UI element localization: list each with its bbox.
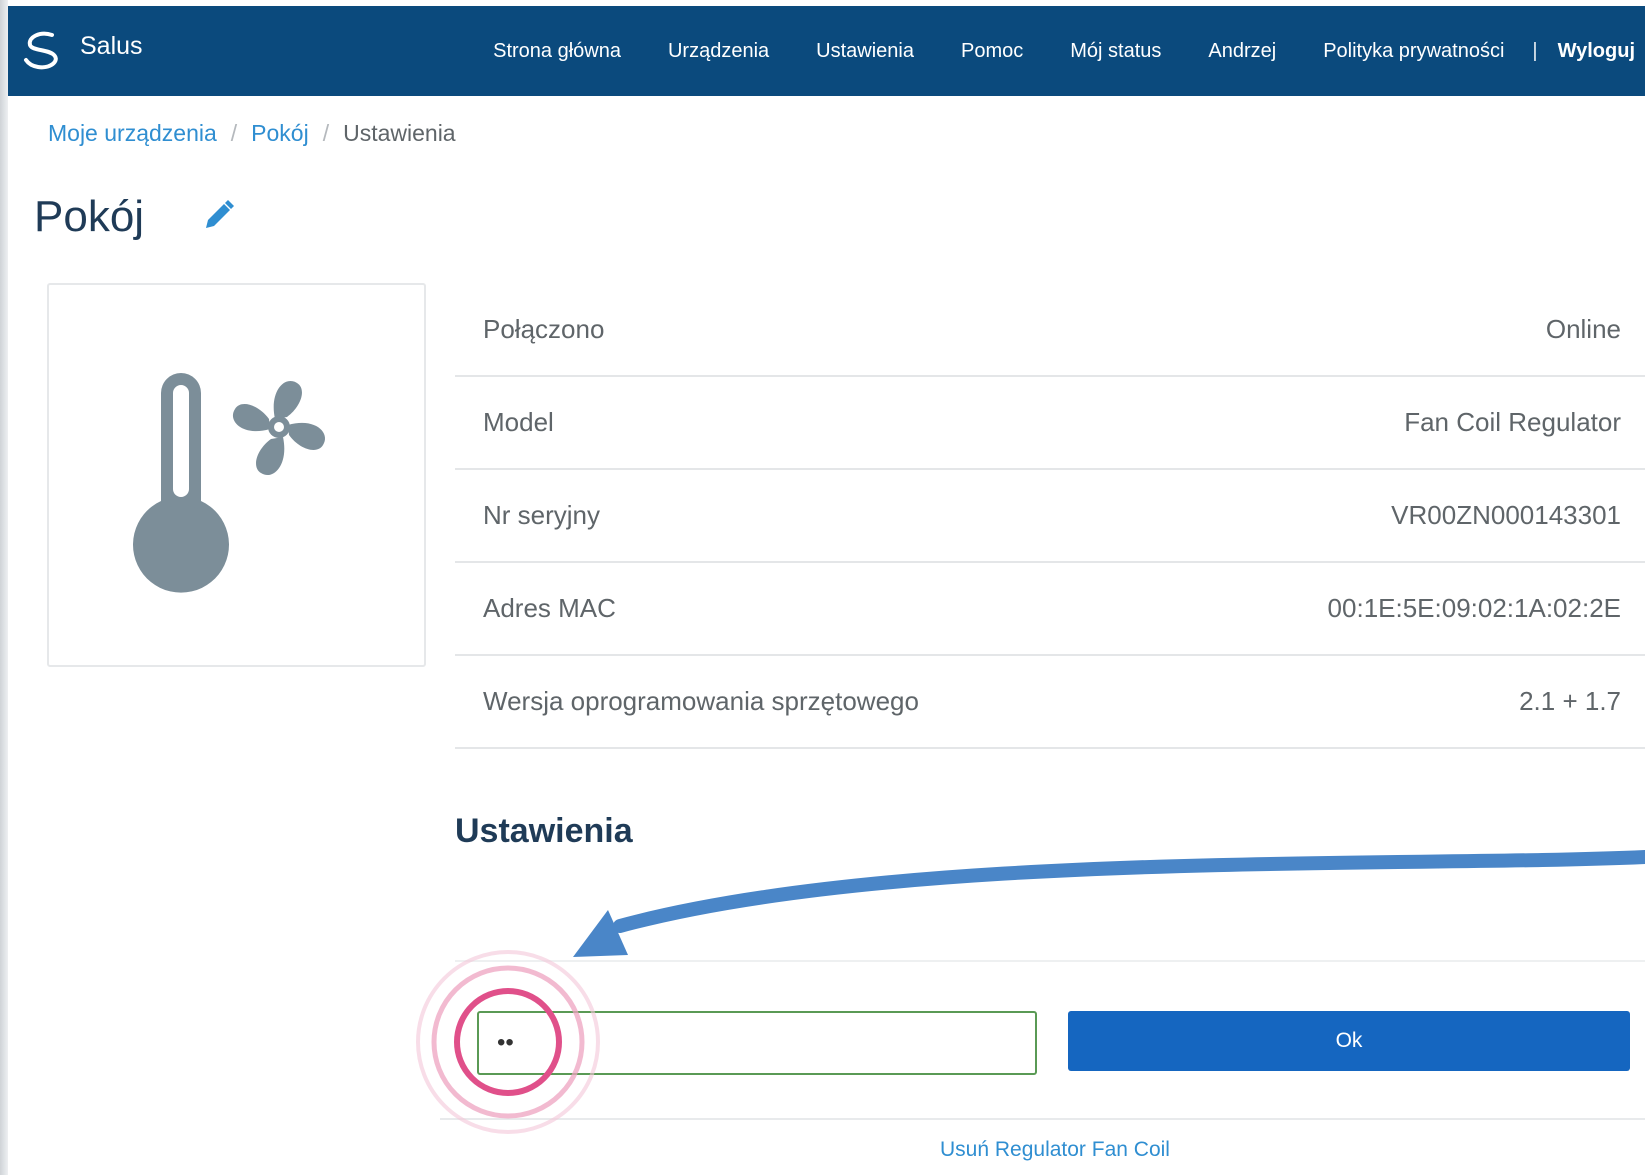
info-value: Fan Coil Regulator xyxy=(1404,407,1621,437)
nav-menu: Strona główna Urządzenia Ustawienia Pomo… xyxy=(493,6,1645,96)
nav-item-my-status[interactable]: Mój status xyxy=(1070,40,1161,63)
info-row-serial: Nr seryjny VR00ZN000143301 xyxy=(455,470,1645,563)
settings-code-input[interactable] xyxy=(477,1011,1037,1075)
device-info-table: Połączono Online Model Fan Coil Regulato… xyxy=(455,284,1645,749)
breadcrumb: Moje urządzenia / Pokój / Ustawienia xyxy=(48,120,456,147)
info-label: Wersja oprogramowania sprzętowego xyxy=(483,686,919,716)
info-value: 00:1E:5E:09:02:1A:02:2E xyxy=(1327,593,1621,623)
info-label: Nr seryjny xyxy=(483,500,601,530)
settings-heading: Ustawienia xyxy=(455,812,633,850)
device-image-card xyxy=(47,283,426,667)
info-row-firmware: Wersja oprogramowania sprzętowego 2.1 + … xyxy=(455,656,1645,749)
bottom-divider xyxy=(440,1118,1645,1120)
thermometer-fan-icon xyxy=(133,373,326,593)
info-value: VR00ZN000143301 xyxy=(1391,500,1621,530)
delete-device-link[interactable]: Usuń Regulator Fan Coil xyxy=(0,1138,1645,1162)
ok-button[interactable]: Ok xyxy=(1068,1011,1630,1071)
breadcrumb-my-devices[interactable]: Moje urządzenia xyxy=(48,120,217,147)
breadcrumb-room[interactable]: Pokój xyxy=(251,120,309,147)
annotation-arrow xyxy=(613,850,1645,933)
info-label: Połączono xyxy=(483,314,605,344)
info-label: Model xyxy=(483,407,554,437)
nav-item-devices[interactable]: Urządzenia xyxy=(668,40,769,63)
breadcrumb-separator: / xyxy=(230,120,238,146)
nav-item-home[interactable]: Strona główna xyxy=(493,40,621,63)
nav-separator: | xyxy=(1532,39,1538,62)
nav-item-help[interactable]: Pomoc xyxy=(961,40,1023,63)
nav-item-privacy-policy[interactable]: Polityka prywatności xyxy=(1323,40,1504,63)
nav-item-logout[interactable]: Wyloguj xyxy=(1558,40,1635,63)
info-row-connected: Połączono Online xyxy=(455,284,1645,377)
breadcrumb-current: Ustawienia xyxy=(343,120,456,146)
annotation-arrowhead xyxy=(573,910,628,957)
info-row-mac: Adres MAC 00:1E:5E:09:02:1A:02:2E xyxy=(455,563,1645,656)
info-label: Adres MAC xyxy=(483,593,616,623)
info-value: 2.1 + 1.7 xyxy=(1519,686,1621,716)
brand-name: Salus xyxy=(80,31,143,60)
breadcrumb-separator: / xyxy=(322,120,330,146)
brand[interactable]: Salus xyxy=(22,26,143,76)
nav-item-settings[interactable]: Ustawienia xyxy=(816,40,914,63)
page-title: Pokój xyxy=(34,192,145,241)
left-edge-strip xyxy=(0,0,8,1175)
salus-logo-icon xyxy=(24,31,58,70)
top-navbar: Salus Strona główna Urządzenia Ustawieni… xyxy=(8,6,1645,96)
pencil-edit-icon[interactable] xyxy=(200,198,236,234)
info-row-model: Model Fan Coil Regulator xyxy=(455,377,1645,470)
nav-item-user[interactable]: Andrzej xyxy=(1208,40,1276,63)
settings-divider xyxy=(455,960,1645,962)
info-value: Online xyxy=(1545,314,1621,344)
